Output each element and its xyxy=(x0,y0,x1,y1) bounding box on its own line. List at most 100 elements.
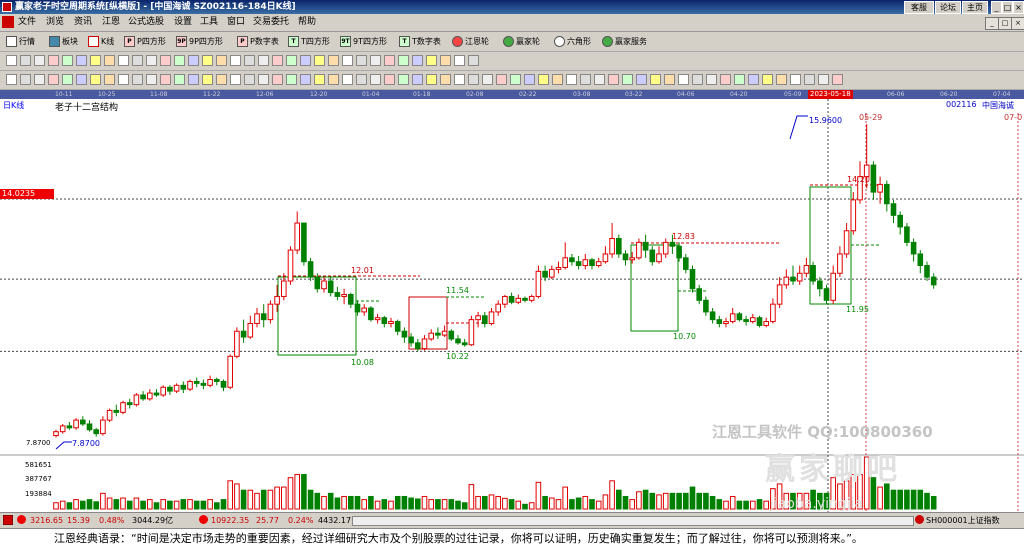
menu-window[interactable]: 窗口 xyxy=(227,14,245,31)
analysis-tool-icon-45[interactable] xyxy=(622,74,633,85)
tool-t-number-table[interactable]: T T数字表 xyxy=(399,34,441,49)
analysis-tool-icon-53[interactable] xyxy=(734,74,745,85)
analysis-tool-icon-52[interactable] xyxy=(720,74,731,85)
tool-p-number-table[interactable]: P P数字表 xyxy=(237,34,279,49)
draw-tool-icon-1[interactable] xyxy=(6,55,17,66)
analysis-tool-icon-16[interactable] xyxy=(216,74,227,85)
menu-formula[interactable]: 公式选股 xyxy=(128,14,164,31)
draw-tool-icon-24[interactable] xyxy=(328,55,339,66)
draw-tool-icon-13[interactable] xyxy=(174,55,185,66)
analysis-tool-icon-1[interactable] xyxy=(6,74,17,85)
analysis-tool-icon-23[interactable] xyxy=(314,74,325,85)
analysis-tool-icon-27[interactable] xyxy=(370,74,381,85)
draw-tool-icon-4[interactable] xyxy=(48,55,59,66)
menu-gann[interactable]: 江恩 xyxy=(102,14,120,31)
draw-tool-icon-3[interactable] xyxy=(34,55,45,66)
tool-p-square[interactable]: P P四方形 xyxy=(124,34,166,49)
draw-tool-icon-25[interactable] xyxy=(342,55,353,66)
homepage-link[interactable]: 主页 xyxy=(962,1,988,14)
analysis-tool-icon-18[interactable] xyxy=(244,74,255,85)
draw-tool-icon-28[interactable] xyxy=(384,55,395,66)
draw-tool-icon-14[interactable] xyxy=(188,55,199,66)
menu-trade[interactable]: 交易委托 xyxy=(253,14,289,31)
draw-tool-icon-9[interactable] xyxy=(118,55,129,66)
analysis-tool-icon-5[interactable] xyxy=(62,74,73,85)
analysis-tool-icon-3[interactable] xyxy=(34,74,45,85)
draw-tool-icon-12[interactable] xyxy=(160,55,171,66)
analysis-tool-icon-7[interactable] xyxy=(90,74,101,85)
analysis-tool-icon-35[interactable] xyxy=(482,74,493,85)
tool-9p-square[interactable]: 9P 9P四方形 xyxy=(176,34,223,49)
analysis-tool-icon-49[interactable] xyxy=(678,74,689,85)
draw-tool-icon-11[interactable] xyxy=(146,55,157,66)
analysis-tool-icon-41[interactable] xyxy=(566,74,577,85)
analysis-tool-icon-36[interactable] xyxy=(496,74,507,85)
tool-9t-square[interactable]: 9T 9T四方形 xyxy=(340,34,387,49)
tool-winner-wheel[interactable]: 赢家轮 xyxy=(503,34,540,49)
draw-tool-icon-20[interactable] xyxy=(272,55,283,66)
analysis-tool-icon-50[interactable] xyxy=(692,74,703,85)
analysis-tool-icon-26[interactable] xyxy=(356,74,367,85)
analysis-tool-icon-30[interactable] xyxy=(412,74,423,85)
close-button[interactable]: × xyxy=(1013,1,1024,14)
child-close-button[interactable]: × xyxy=(1011,17,1024,30)
analysis-tool-icon-22[interactable] xyxy=(300,74,311,85)
analysis-tool-icon-47[interactable] xyxy=(650,74,661,85)
tool-quotes[interactable]: 行情 xyxy=(6,34,35,49)
analysis-tool-icon-32[interactable] xyxy=(440,74,451,85)
draw-tool-icon-27[interactable] xyxy=(370,55,381,66)
menu-tools[interactable]: 工具 xyxy=(200,14,218,31)
draw-tool-icon-19[interactable] xyxy=(258,55,269,66)
analysis-tool-icon-6[interactable] xyxy=(76,74,87,85)
analysis-tool-icon-17[interactable] xyxy=(230,74,241,85)
analysis-tool-icon-29[interactable] xyxy=(398,74,409,85)
analysis-tool-icon-57[interactable] xyxy=(790,74,801,85)
analysis-tool-icon-24[interactable] xyxy=(328,74,339,85)
draw-tool-icon-34[interactable] xyxy=(468,55,479,66)
analysis-tool-icon-37[interactable] xyxy=(510,74,521,85)
maximize-button[interactable]: □ xyxy=(1002,1,1013,14)
analysis-tool-icon-13[interactable] xyxy=(174,74,185,85)
draw-tool-icon-18[interactable] xyxy=(244,55,255,66)
draw-tool-icon-31[interactable] xyxy=(426,55,437,66)
forum-link[interactable]: 论坛 xyxy=(935,1,961,14)
analysis-tool-icon-56[interactable] xyxy=(776,74,787,85)
analysis-tool-icon-28[interactable] xyxy=(384,74,395,85)
draw-tool-icon-7[interactable] xyxy=(90,55,101,66)
analysis-tool-icon-58[interactable] xyxy=(804,74,815,85)
analysis-tool-icon-4[interactable] xyxy=(48,74,59,85)
analysis-tool-icon-55[interactable] xyxy=(762,74,773,85)
analysis-tool-icon-8[interactable] xyxy=(104,74,115,85)
analysis-tool-icon-60[interactable] xyxy=(832,74,843,85)
tool-hexagon[interactable]: 六角形 xyxy=(554,34,591,49)
analysis-tool-icon-19[interactable] xyxy=(258,74,269,85)
analysis-tool-icon-14[interactable] xyxy=(188,74,199,85)
tool-t-square[interactable]: T T四方形 xyxy=(288,34,330,49)
analysis-tool-icon-9[interactable] xyxy=(118,74,129,85)
draw-tool-icon-10[interactable] xyxy=(132,55,143,66)
draw-tool-icon-30[interactable] xyxy=(412,55,423,66)
tool-blocks[interactable]: 板块 xyxy=(49,34,78,49)
draw-tool-icon-22[interactable] xyxy=(300,55,311,66)
child-minimize-button[interactable]: _ xyxy=(985,17,999,30)
analysis-tool-icon-15[interactable] xyxy=(202,74,213,85)
analysis-tool-icon-39[interactable] xyxy=(538,74,549,85)
analysis-tool-icon-48[interactable] xyxy=(664,74,675,85)
analysis-tool-icon-33[interactable] xyxy=(454,74,465,85)
draw-tool-icon-15[interactable] xyxy=(202,55,213,66)
tool-kline[interactable]: K线 xyxy=(88,34,114,49)
draw-tool-icon-17[interactable] xyxy=(230,55,241,66)
app-menu-icon[interactable] xyxy=(2,16,14,28)
chart-panel[interactable]: 日K线 老子十二宫结构 002116 中国海诚 14.0235 7.8700 0… xyxy=(0,99,1024,512)
analysis-tool-icon-43[interactable] xyxy=(594,74,605,85)
minimize-button[interactable]: _ xyxy=(991,1,1002,14)
analysis-tool-icon-40[interactable] xyxy=(552,74,563,85)
draw-tool-icon-23[interactable] xyxy=(314,55,325,66)
analysis-tool-icon-51[interactable] xyxy=(706,74,717,85)
menu-file[interactable]: 文件 xyxy=(18,14,36,31)
tool-service[interactable]: 赢家服务 xyxy=(602,34,647,49)
analysis-tool-icon-46[interactable] xyxy=(636,74,647,85)
menu-info[interactable]: 资讯 xyxy=(74,14,92,31)
analysis-tool-icon-11[interactable] xyxy=(146,74,157,85)
analysis-tool-icon-42[interactable] xyxy=(580,74,591,85)
